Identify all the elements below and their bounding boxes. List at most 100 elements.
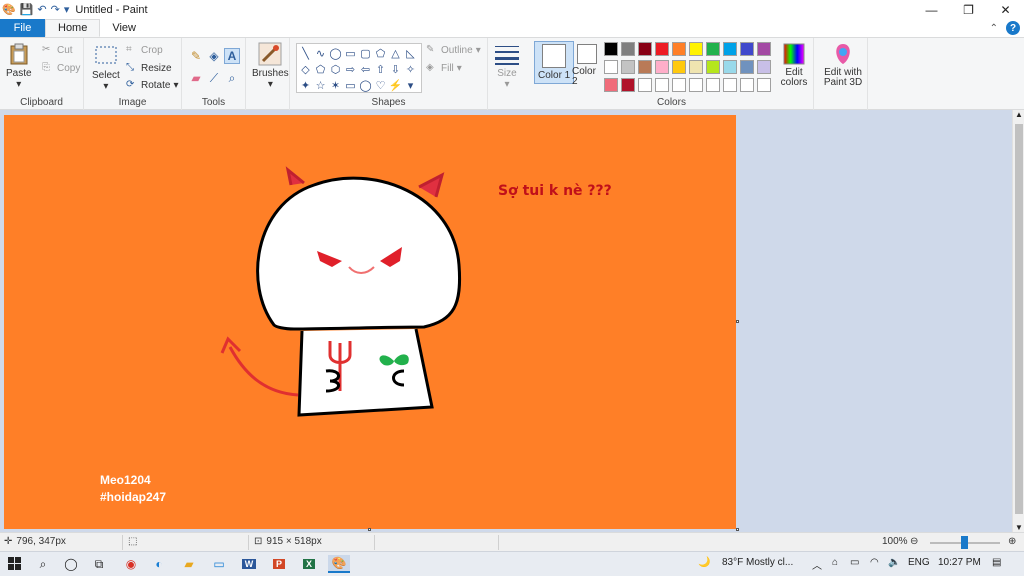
tab-file[interactable]: File <box>0 19 45 37</box>
word-icon[interactable]: W <box>240 555 258 573</box>
palette-swatch[interactable] <box>723 42 737 56</box>
zoom-slider-thumb[interactable] <box>961 536 968 549</box>
palette-swatch[interactable] <box>655 60 669 74</box>
edit-with-paint3d-button[interactable]: Edit with Paint 3D <box>818 42 868 88</box>
volume-icon[interactable]: 🔈 <box>888 557 900 568</box>
cortana-icon[interactable]: ◯ <box>62 555 80 573</box>
fill-bucket-icon[interactable]: ◈ <box>206 48 222 64</box>
resize-handle-corner[interactable] <box>736 528 739 531</box>
shape-option-8[interactable]: ◇ <box>298 61 313 77</box>
edit-colors-button[interactable]: Edit colors <box>778 42 810 88</box>
monitor-icon[interactable]: ▭ <box>210 555 228 573</box>
help-icon[interactable]: ? <box>1006 21 1020 35</box>
tab-view[interactable]: View <box>100 19 148 37</box>
palette-swatch[interactable] <box>706 42 720 56</box>
resize-button[interactable]: ⤡ Resize <box>126 62 172 74</box>
shape-option-2[interactable]: ◯ <box>328 45 343 61</box>
palette-swatch[interactable] <box>706 78 720 92</box>
redo-icon[interactable]: ↷ <box>51 3 60 16</box>
fill-button[interactable]: ◈ Fill ▾ <box>426 62 462 74</box>
resize-handle-right[interactable] <box>736 320 739 323</box>
magnifier-icon[interactable]: ⌕ <box>224 70 240 86</box>
tab-home[interactable]: Home <box>45 19 101 37</box>
outline-button[interactable]: ✎ Outline ▾ <box>426 44 481 56</box>
eraser-icon[interactable]: ▰ <box>188 70 204 86</box>
rotate-button[interactable]: ⟳ Rotate ▾ <box>126 79 179 91</box>
palette-swatch[interactable] <box>757 78 771 92</box>
cut-button[interactable]: ✂ Cut <box>42 44 73 56</box>
wifi-icon[interactable]: ◠ <box>870 557 879 568</box>
scroll-down-icon[interactable]: ▼ <box>1015 523 1023 532</box>
shape-option-18[interactable]: ✶ <box>328 77 343 93</box>
search-icon[interactable]: ⌕ <box>34 555 52 573</box>
notifications-icon[interactable]: ▤ <box>992 557 1001 568</box>
color2-button[interactable]: Color 2 <box>572 44 602 87</box>
palette-swatch[interactable] <box>723 78 737 92</box>
shape-option-0[interactable]: ╲ <box>298 45 313 61</box>
shape-option-9[interactable]: ⬠ <box>313 61 328 77</box>
palette-swatch[interactable] <box>723 60 737 74</box>
select-button[interactable]: Select ▾ <box>92 44 120 92</box>
language-indicator[interactable]: ENG <box>908 557 930 568</box>
palette-swatch[interactable] <box>740 42 754 56</box>
palette-swatch[interactable] <box>672 42 686 56</box>
scrollbar-thumb[interactable] <box>1015 124 1023 514</box>
shape-option-19[interactable]: ▭ <box>343 77 358 93</box>
zoom-in-button[interactable]: ⊕ <box>1008 536 1016 547</box>
shape-option-13[interactable]: ⇧ <box>373 61 388 77</box>
palette-swatch[interactable] <box>638 42 652 56</box>
palette-swatch[interactable] <box>655 78 669 92</box>
palette-swatch[interactable] <box>621 60 635 74</box>
palette-swatch[interactable] <box>655 42 669 56</box>
shape-option-17[interactable]: ☆ <box>313 77 328 93</box>
palette-swatch[interactable] <box>689 42 703 56</box>
shape-option-21[interactable]: ♡ <box>373 77 388 93</box>
shape-option-5[interactable]: ⬠ <box>373 45 388 61</box>
shape-option-11[interactable]: ⇨ <box>343 61 358 77</box>
scroll-up-icon[interactable]: ▲ <box>1015 110 1023 119</box>
palette-swatch[interactable] <box>604 42 618 56</box>
shape-option-10[interactable]: ⬡ <box>328 61 343 77</box>
excel-icon[interactable]: X <box>300 555 318 573</box>
palette-swatch[interactable] <box>689 60 703 74</box>
shape-option-23[interactable]: ▾ <box>403 77 418 93</box>
paste-button[interactable]: Paste ▾ <box>6 42 32 90</box>
vertical-scrollbar[interactable]: ▲ ▼ <box>1012 110 1024 532</box>
weather-text[interactable]: 83°F Mostly cl... <box>722 557 793 568</box>
palette-swatch[interactable] <box>689 78 703 92</box>
windows-start-icon[interactable] <box>6 555 24 573</box>
palette-swatch[interactable] <box>757 60 771 74</box>
palette-swatch[interactable] <box>604 78 618 92</box>
show-hidden-icons[interactable]: ︿ <box>812 557 822 572</box>
shape-option-16[interactable]: ✦ <box>298 77 313 93</box>
weather-icon[interactable]: 🌙 <box>698 557 710 568</box>
shapes-gallery[interactable]: ╲ ∿ ◯ ▭ ▢ ⬠ △ ◺ ◇ ⬠ ⬡ ⇨ ⇦ ⇧ ⇩ ✧ ✦ ☆ ✶ ▭ ◯ ♡ ⚡ ▾ <box>296 43 422 93</box>
palette-swatch[interactable] <box>706 60 720 74</box>
battery-icon[interactable]: ▭ <box>850 557 859 568</box>
save-icon[interactable]: 💾 <box>20 3 34 16</box>
palette-swatch[interactable] <box>638 78 652 92</box>
shape-option-22[interactable]: ⚡ <box>388 77 403 93</box>
file-explorer-icon[interactable]: ▰ <box>180 555 198 573</box>
palette-swatch[interactable] <box>621 42 635 56</box>
size-button[interactable]: Size ▾ <box>494 42 520 90</box>
shape-option-7[interactable]: ◺ <box>403 45 418 61</box>
color-picker-icon[interactable]: ⟋ <box>206 70 222 86</box>
shape-option-14[interactable]: ⇩ <box>388 61 403 77</box>
brushes-button[interactable]: Brushes ▾ <box>252 42 289 90</box>
paint-taskbar-icon[interactable]: 🎨 <box>328 555 350 573</box>
task-view-icon[interactable]: ⧉ <box>90 555 108 573</box>
palette-swatch[interactable] <box>604 60 618 74</box>
collapse-ribbon-icon[interactable]: ⌃ <box>990 23 998 34</box>
minimize-button[interactable]: — <box>913 0 950 19</box>
resize-handle-bottom[interactable] <box>368 528 371 531</box>
clock[interactable]: 10:27 PM <box>938 557 981 568</box>
network-icon[interactable]: ⌂ <box>832 557 838 568</box>
palette-swatch[interactable] <box>672 78 686 92</box>
shape-option-4[interactable]: ▢ <box>358 45 373 61</box>
edge-icon[interactable]: ◐ <box>150 555 168 573</box>
close-button[interactable]: ✕ <box>987 0 1024 19</box>
pencil-icon[interactable]: ✎ <box>188 48 204 64</box>
shape-option-6[interactable]: △ <box>388 45 403 61</box>
shape-option-1[interactable]: ∿ <box>313 45 328 61</box>
